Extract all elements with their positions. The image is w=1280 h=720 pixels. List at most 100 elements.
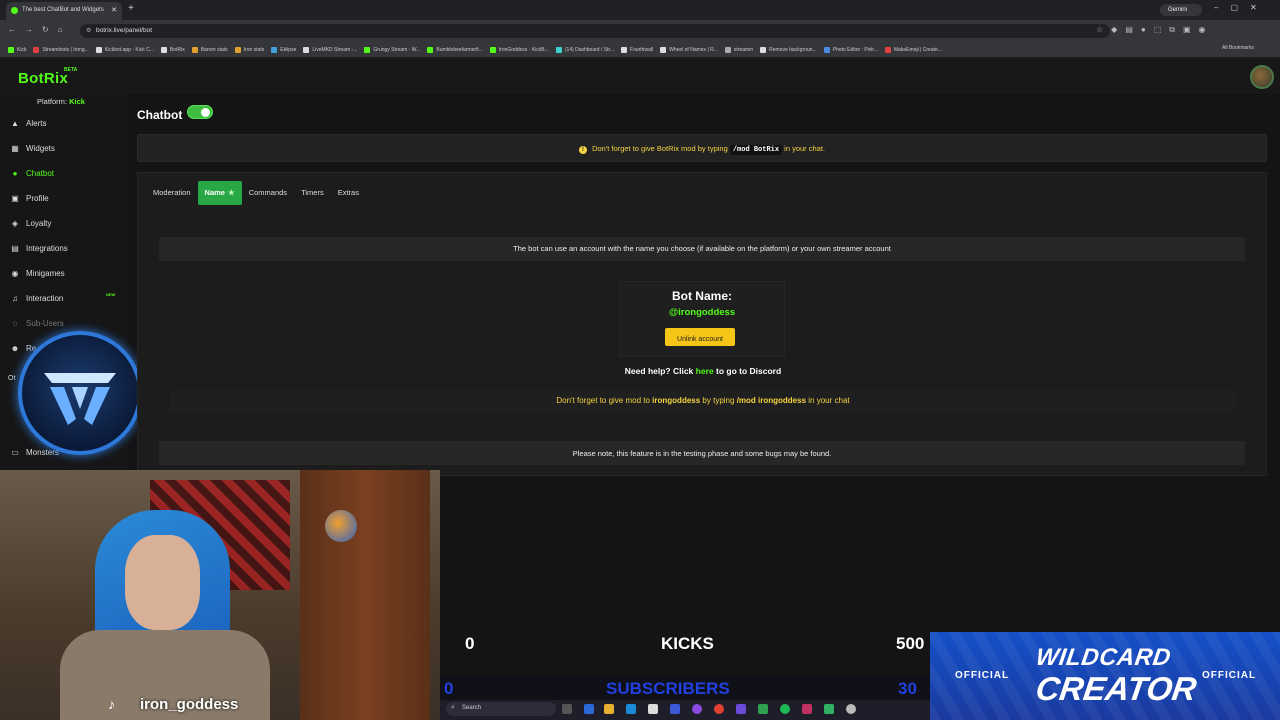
bookmark-item[interactable]: LiveMKD Stream -... <box>303 46 357 53</box>
tab-moderation[interactable]: Moderation <box>146 181 198 205</box>
bookmark-label: IronGoddess - KickB... <box>498 46 549 53</box>
platform-indicator: Platform: Kick <box>37 97 85 106</box>
browser-tab[interactable]: The best ChatBot and Widgets ✕ <box>6 2 122 20</box>
help-text-2: to go to Discord <box>716 366 782 376</box>
notice-text-1: Don't forget to give BotRix mod by typin… <box>592 144 728 153</box>
bookmark-label: BotRix <box>169 46 185 53</box>
webcam-person-face <box>125 535 200 630</box>
gemini-button[interactable]: Gemini <box>1160 4 1202 16</box>
bookmark-label: (14) Dashboard / Str... <box>564 46 615 53</box>
bookmark-item[interactable]: Barren stats <box>191 46 228 53</box>
sidebar-item-widgets[interactable]: ▦ Widgets <box>10 140 122 156</box>
bookmark-item[interactable]: MakeEmoji | Create... <box>884 46 942 53</box>
settings-icon[interactable] <box>846 704 856 714</box>
bookmark-favicon-icon <box>271 46 278 53</box>
help-text: Need help? Click here to go to Discord <box>560 366 846 376</box>
sidebar-item-loyalty[interactable]: ◈ Loyalty <box>10 215 122 231</box>
taskbar-search[interactable]: ⌕ Search <box>446 702 556 716</box>
taskbar-app-icon[interactable] <box>562 704 572 714</box>
folder-icon[interactable] <box>604 704 614 714</box>
tab-extras[interactable]: Extras <box>331 181 366 205</box>
bookmark-item[interactable]: Kickbot.app - Kick C... <box>95 46 154 53</box>
page-title: Chatbot <box>137 108 183 122</box>
unlink-account-button[interactable]: Unlink account <box>665 328 735 346</box>
url-field[interactable]: botrix.live/panel/bot <box>80 24 1110 38</box>
star-icon: ★ <box>227 188 235 197</box>
bookmark-item[interactable]: Iron stats <box>234 46 264 53</box>
taskbar-app-icon[interactable] <box>736 704 746 714</box>
banner-official-right: OFFICIAL <box>1202 670 1257 681</box>
sidebar-item-label: Interaction <box>26 293 64 303</box>
mod-notice-banner: ! Don't forget to give BotRix mod by typ… <box>137 134 1267 162</box>
bookmark-item[interactable]: IronGoddess - KickB... <box>489 46 549 53</box>
bookmark-item[interactable]: Streamloots | Irong... <box>33 46 89 53</box>
monster-icon: ▭ <box>11 447 19 457</box>
browser-tab-title: The best ChatBot and Widgets <box>22 7 104 13</box>
tiktok-icon: ♪ <box>108 696 115 712</box>
chatbot-toggle[interactable] <box>187 105 213 119</box>
close-tab-icon[interactable]: ✕ <box>111 6 117 14</box>
search-icon: ⌕ <box>451 704 455 711</box>
sidebar-item-profile[interactable]: ▣ Profile <box>10 190 122 206</box>
extensions-bar[interactable]: ☆◆▤●⬚⧉▣◉ <box>1096 25 1214 35</box>
chrome-icon[interactable] <box>714 704 724 714</box>
bookmark-label: Kickbot.app - Kick C... <box>104 46 154 53</box>
mod-command: /mod irongoddess <box>736 396 807 405</box>
discord-link[interactable]: here <box>696 366 714 376</box>
kicks-goal: 500 <box>896 634 925 653</box>
platform-value: Kick <box>69 97 85 106</box>
bookmark-label: Photo Editor : Pixlr... <box>832 46 878 53</box>
taskbar-app-icon[interactable] <box>692 704 702 714</box>
taskbar-search-label: Search <box>462 705 482 711</box>
subs-label: SUBSCRIBERS <box>606 679 730 698</box>
bookmark-item[interactable]: Fourthwall <box>621 46 654 53</box>
bookmark-label: Streamloots | Irong... <box>42 46 89 53</box>
spotify-icon[interactable] <box>780 704 790 714</box>
xbox-icon[interactable] <box>758 704 768 714</box>
taskbar-app-icon[interactable] <box>584 704 594 714</box>
all-bookmarks-button[interactable]: All Bookmarks <box>1222 45 1254 51</box>
bookmark-label: Fourthwall <box>630 46 654 53</box>
bookmark-label: Kick <box>17 46 27 53</box>
warning-icon: ! <box>578 146 587 154</box>
taskbar-app-icon[interactable] <box>824 704 834 714</box>
bookmark-item[interactable]: streamin <box>724 46 753 53</box>
tab-name[interactable]: Name ★ <box>197 181 242 205</box>
bookmark-item[interactable]: Eklipse <box>271 46 296 53</box>
bookmark-item[interactable]: Kick <box>8 46 27 53</box>
user-avatar[interactable] <box>1250 65 1274 89</box>
window-controls[interactable]: –▢✕ <box>1214 3 1269 12</box>
sidebar-item-alerts[interactable]: ▲ Alerts <box>10 115 122 131</box>
bookmark-item[interactable]: Grungy Stream - W... <box>364 46 420 53</box>
bookmark-item[interactable]: Wheel of Names | R... <box>660 46 718 53</box>
banner-line-1: WILDCARD <box>1034 644 1173 671</box>
tab-timers[interactable]: Timers <box>294 181 331 205</box>
sidebar-item-chatbot[interactable]: ● Chatbot <box>10 165 122 181</box>
bookmark-item[interactable]: Bumblebeefarmerfi... <box>427 46 483 53</box>
taskbar-app-icon[interactable] <box>670 704 680 714</box>
bookmark-item[interactable]: BotRix <box>160 46 185 53</box>
sidebar-item-integrations[interactable]: ▤ Integrations <box>10 240 122 256</box>
sidebar-item-sub-users[interactable]: ◌ Sub-Users <box>10 315 122 331</box>
mod-reminder: Don't forget to give mod to irongoddess … <box>170 390 1236 412</box>
banner-official-left: OFFICIAL <box>955 670 1010 681</box>
webcam-background-ball <box>325 510 357 542</box>
bookmark-item[interactable]: Remove backgroun... <box>760 46 817 53</box>
bookmark-item[interactable]: (14) Dashboard / Str... <box>555 46 615 53</box>
bookmark-favicon-icon <box>660 46 667 53</box>
nav-buttons[interactable]: ←→↻⌂ <box>8 25 72 34</box>
new-tab-button[interactable]: + <box>128 3 134 14</box>
bookmark-item[interactable]: Photo Editor : Pixlr... <box>823 46 878 53</box>
taskbar-app-icon[interactable] <box>648 704 658 714</box>
profile-icon: ▣ <box>11 193 19 203</box>
gemini-label: Gemini <box>1168 7 1188 13</box>
botrix-logo[interactable]: BotRix <box>18 70 68 87</box>
taskbar-app-icon[interactable] <box>802 704 812 714</box>
tab-label: Name <box>204 188 225 197</box>
sidebar-item-minigames[interactable]: ◉ Minigames <box>10 265 122 281</box>
bookmark-favicon-icon <box>823 46 830 53</box>
site-info-icon[interactable]: ⚙ <box>86 27 91 34</box>
edge-icon[interactable] <box>626 704 636 714</box>
tab-commands[interactable]: Commands <box>242 181 294 205</box>
bookmark-label: Wheel of Names | R... <box>669 46 718 53</box>
